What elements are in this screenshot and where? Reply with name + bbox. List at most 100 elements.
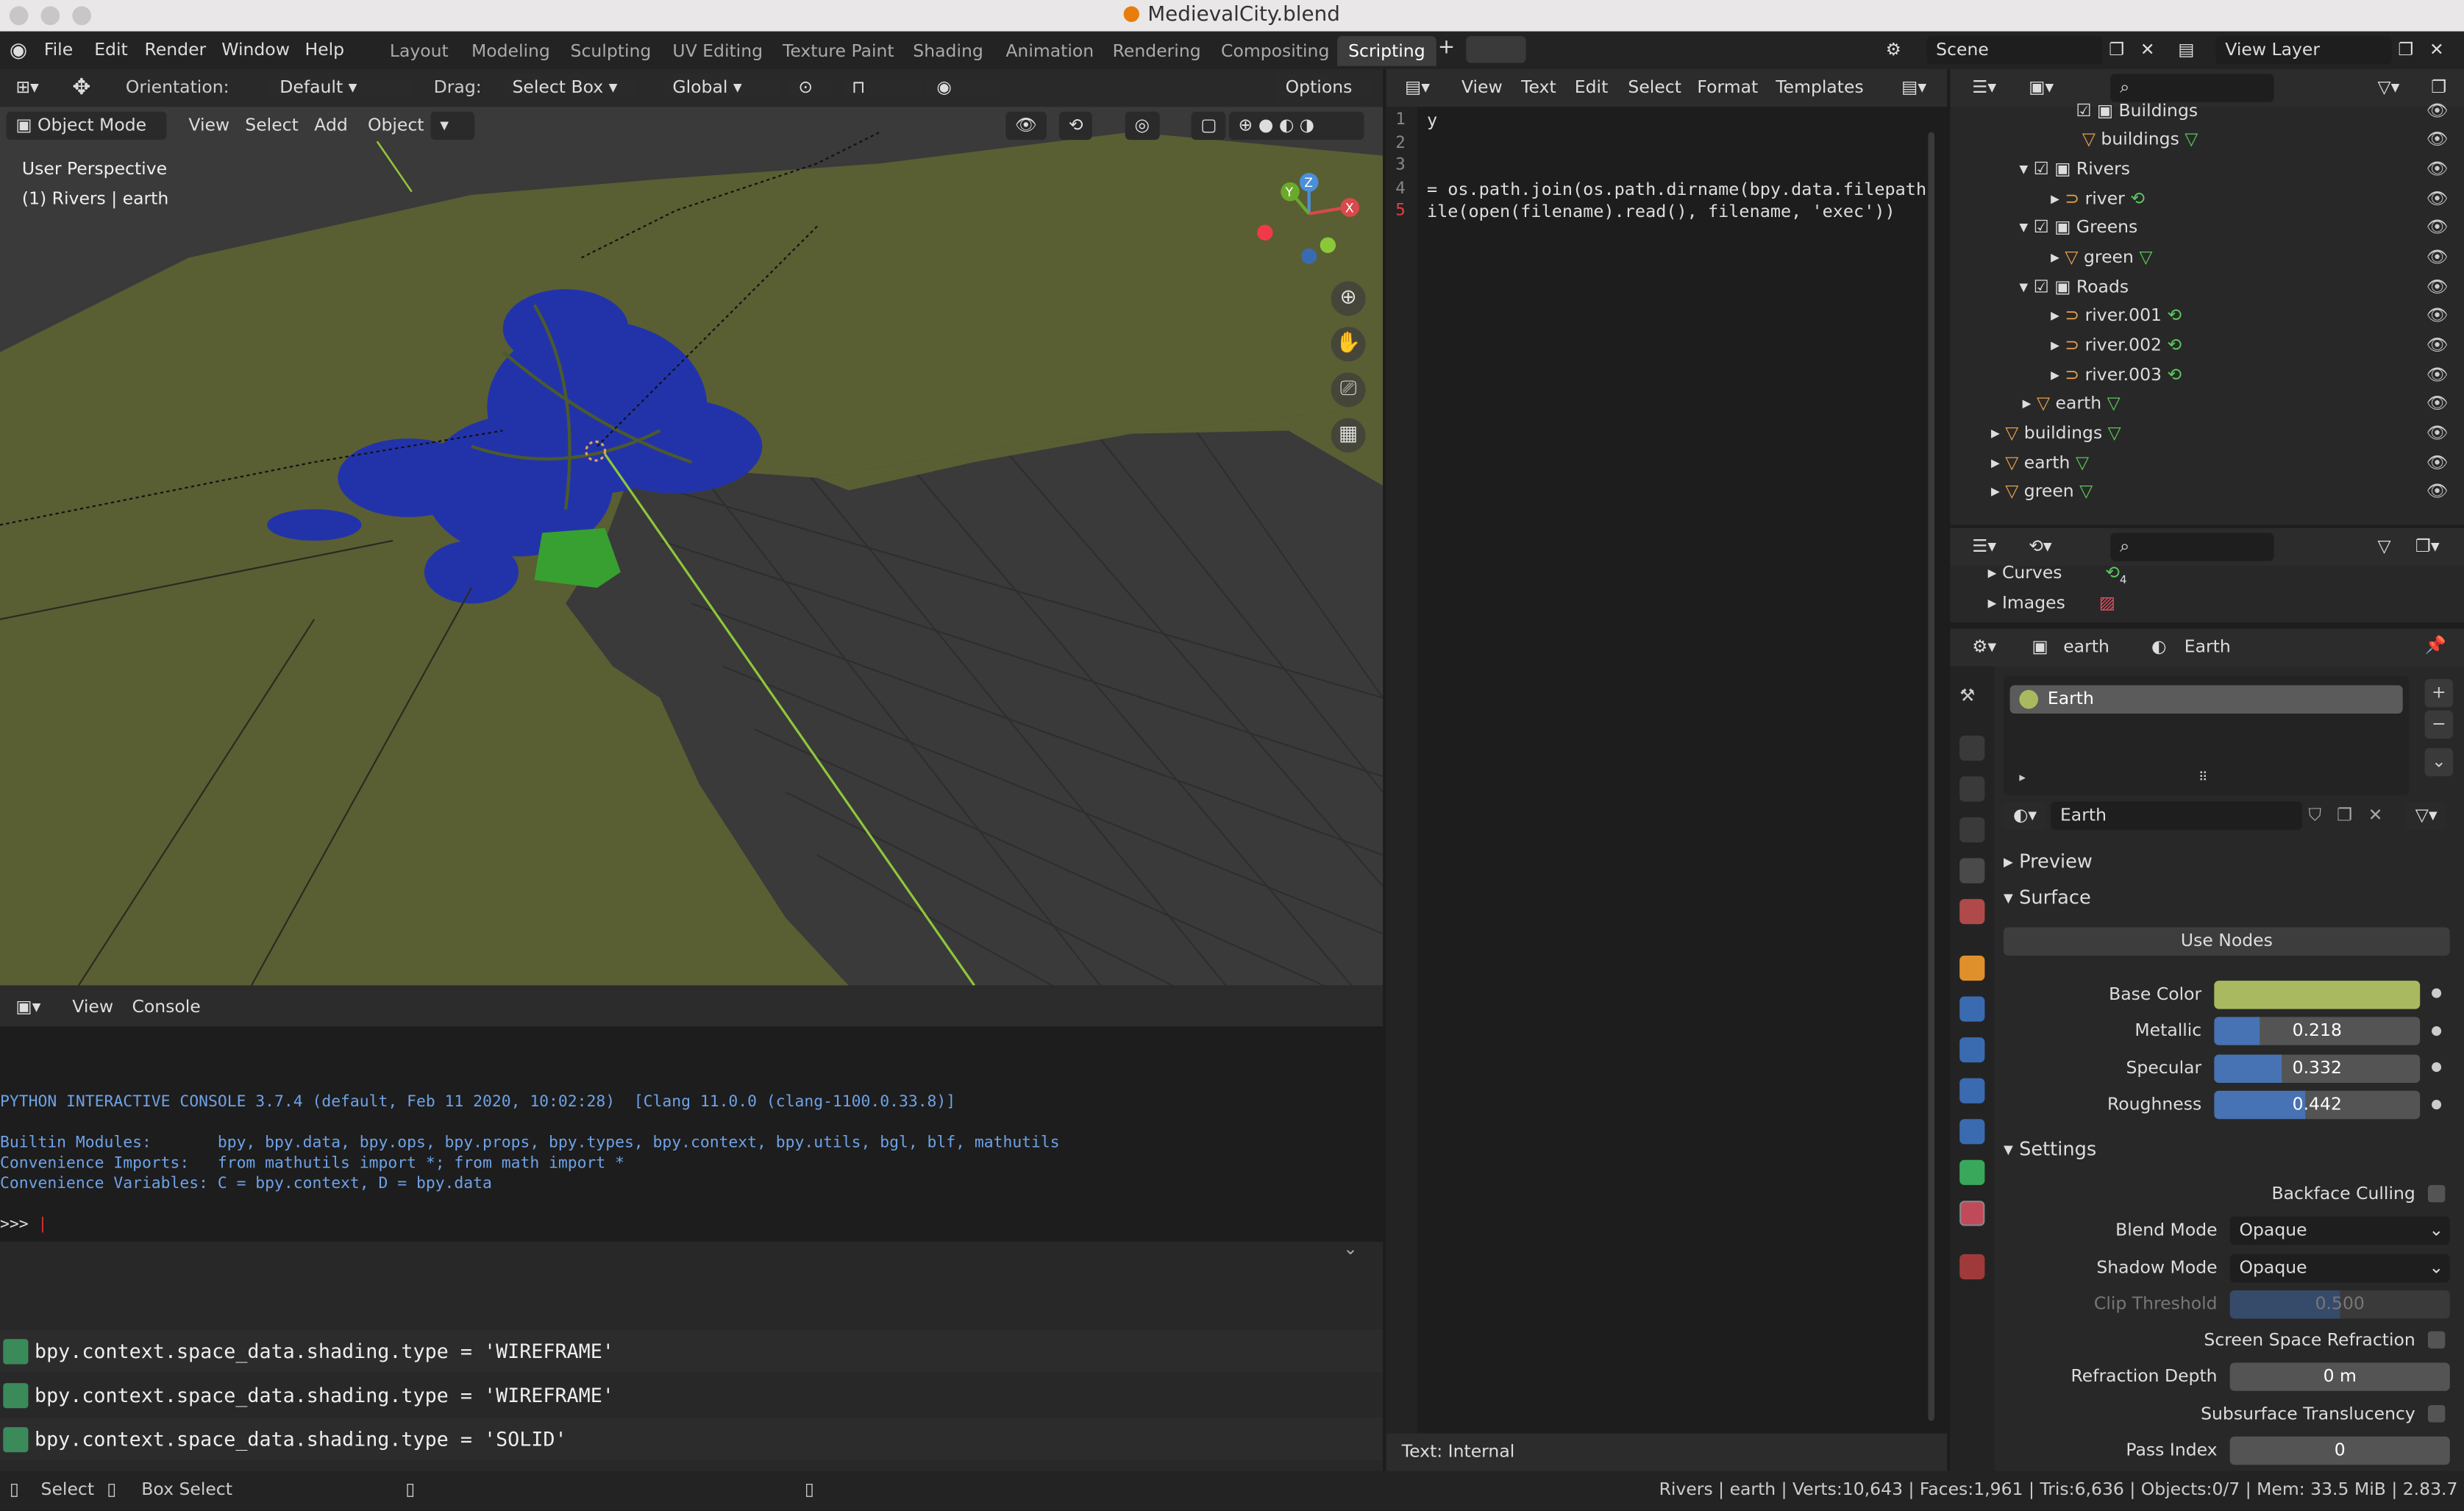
text-editor[interactable]: ▤▾ View Text Edit Select Format Template… <box>1386 69 1948 1471</box>
visibility-eye-icon[interactable]: 👁 <box>2426 277 2449 297</box>
scene-copy-icon[interactable]: ❐ <box>2109 39 2124 60</box>
screen-layout-icon[interactable] <box>1466 36 1526 63</box>
text-menu-templates[interactable]: Templates <box>1766 74 1873 102</box>
keyframe-dot-icon[interactable]: ● <box>2431 1059 2442 1073</box>
menu-render[interactable]: Render <box>145 39 207 60</box>
list-expand-icon[interactable]: ▸ <box>2019 770 2026 784</box>
outliner-row-roads-collection[interactable]: ▾ ☑ ▣ Roads <box>2019 274 2129 302</box>
options-dropdown[interactable]: Options ▾ <box>1275 74 1371 126</box>
pin-icon[interactable]: 📌 <box>2425 635 2446 655</box>
material-slot-row[interactable]: Earth <box>2009 685 2403 714</box>
new-collection-icon[interactable]: ❐ <box>2421 74 2456 102</box>
blend-data-browser[interactable]: ☰▾ ⟲▾ ⌕ ▽ ❐▾ ▸ Curves ⟲4 ▸ Images ▨ <box>1950 525 2464 623</box>
info-report-row[interactable]: bpy.context.space_data.shading.type = 'W… <box>0 1329 1384 1373</box>
data-display-mode-icon[interactable]: ⟲▾ <box>2019 533 2061 561</box>
refraction-depth-field[interactable]: 0 m <box>2229 1362 2450 1391</box>
visibility-eye-icon[interactable]: 👁 <box>2426 217 2449 238</box>
outliner-row-river[interactable]: ▸ ⊃ river ⟲ <box>2051 185 2145 213</box>
editor-type-icon[interactable]: ⊞▾ <box>7 74 49 102</box>
data-tab-icon[interactable] <box>1959 1159 1985 1185</box>
base-color-swatch[interactable] <box>2214 981 2421 1009</box>
console-prompt[interactable]: >>> | <box>0 1217 47 1234</box>
outliner-row-buildings-mesh[interactable]: ▽ buildings ▽ <box>2082 126 2198 154</box>
drag-dropdown[interactable]: Select Box ▾ <box>502 74 638 102</box>
pivot-icon[interactable]: ⊙ <box>788 74 833 102</box>
list-resize-handle[interactable]: ⠿ <box>2198 770 2208 784</box>
properties-editor-type-icon[interactable]: ⚙▾ <box>1962 633 2006 661</box>
transform-orientation-dropdown[interactable]: Global ▾ <box>663 74 780 102</box>
view-layer-tab-icon[interactable] <box>1959 817 1985 843</box>
info-collapse-chevron-icon[interactable]: ⌄ <box>1343 1239 1358 1259</box>
mode-dropdown[interactable]: ▣ Object Mode <box>6 111 167 141</box>
material-link-icon[interactable]: ▽▾ <box>2405 801 2447 831</box>
material-slot-list[interactable]: Earth ▸ ⠿ <box>2004 675 2410 796</box>
visibility-icon[interactable]: 👁 <box>1005 111 1047 141</box>
menu-help[interactable]: Help <box>305 39 344 60</box>
material-browse-icon[interactable]: ◐▾ <box>2004 801 2046 831</box>
info-editor[interactable]: ⌄ bpy.context.space_data.shading.type = … <box>0 1239 1384 1471</box>
use-nodes-button[interactable]: Use Nodes <box>2004 927 2450 956</box>
text-menu-view[interactable]: View <box>1452 74 1511 102</box>
tab-texture-paint[interactable]: Texture Paint <box>772 36 905 66</box>
remove-slot-icon[interactable]: − <box>2424 710 2454 739</box>
visibility-eye-icon[interactable]: 👁 <box>2426 335 2449 355</box>
visibility-eye-icon[interactable]: 👁 <box>2426 305 2449 325</box>
visibility-eye-icon[interactable]: 👁 <box>2426 129 2449 149</box>
tab-layout[interactable]: Layout <box>379 36 460 66</box>
keyframe-dot-icon[interactable]: ● <box>2431 1097 2442 1111</box>
scene-delete-icon[interactable]: ✕ <box>2140 39 2155 60</box>
xray-toggle-icon[interactable]: ▢ <box>1191 111 1227 141</box>
outliner-row-greens-collection[interactable]: ▾ ☑ ▣ Greens <box>2019 214 2137 242</box>
visibility-eye-icon[interactable]: 👁 <box>2426 188 2449 209</box>
properties-editor[interactable]: ⚙▾ ▣ earth ◐ Earth 📌 ⚒ Earth ▸ ⠿ + − ⌄ ◐… <box>1950 625 2464 1475</box>
data-filter-icon[interactable]: ▽ <box>2368 533 2401 561</box>
scene-icon[interactable]: ⚙ <box>1886 39 1901 60</box>
scene-selector[interactable]: Scene <box>1926 36 2103 65</box>
tab-shading[interactable]: Shading <box>902 36 994 66</box>
code-line[interactable]: ile(open(filename).read(), filename, 'ex… <box>1427 201 1895 221</box>
material-name-field[interactable]: Earth <box>2051 801 2302 831</box>
data-new-icon[interactable]: ❐▾ <box>2406 533 2449 561</box>
blend-mode-dropdown[interactable]: Opaque ⌄ <box>2229 1216 2450 1245</box>
menu-select[interactable]: Select <box>235 112 307 140</box>
outliner-row-green[interactable]: ▸ ▽ green ▽ <box>2051 243 2152 271</box>
visibility-eye-icon[interactable]: 👁 <box>2426 393 2449 413</box>
outliner-row-river-001[interactable]: ▸ ⊃ river.001 ⟲ <box>2051 302 2182 330</box>
menu-window[interactable]: Window <box>221 39 290 60</box>
pass-index-field[interactable]: 0 <box>2229 1436 2450 1465</box>
tab-animation[interactable]: Animation <box>994 36 1105 66</box>
console-editor-type-icon[interactable]: ▣▾ <box>7 993 51 1021</box>
object-tab-icon[interactable] <box>1959 955 1985 981</box>
view-layer-copy-icon[interactable]: ❐ <box>2398 39 2413 60</box>
backface-culling-checkbox[interactable] <box>2427 1184 2446 1203</box>
outliner-editor-type-icon[interactable]: ☰▾ <box>1962 74 2006 102</box>
add-slot-icon[interactable]: + <box>2424 678 2454 708</box>
constraints-tab-icon[interactable] <box>1959 1119 1985 1145</box>
transform-tool-icon[interactable]: ✥ <box>63 74 100 102</box>
text-menu-text[interactable]: Text <box>1511 74 1565 102</box>
view-layer-icon[interactable]: ▤ <box>2178 39 2194 60</box>
tab-sculpting[interactable]: Sculpting <box>560 36 663 66</box>
surface-section[interactable]: ▾ Surface <box>2004 886 2091 909</box>
3d-viewport[interactable]: ⊞▾ ✥ Orientation: Default ▾ Drag: Select… <box>0 69 1384 986</box>
visibility-eye-icon[interactable]: 👁 <box>2426 101 2449 121</box>
text-menu-select[interactable]: Select <box>1619 74 1691 102</box>
tab-modeling[interactable]: Modeling <box>460 36 561 66</box>
data-row-images[interactable]: ▸ Images ▨ <box>1988 589 2115 617</box>
material-tab-icon[interactable] <box>1959 1201 1985 1226</box>
menu-view[interactable]: View <box>179 112 239 140</box>
keyframe-dot-icon[interactable]: ● <box>2431 986 2442 1000</box>
slot-specials-icon[interactable]: ⌄ <box>2424 747 2454 777</box>
zoom-icon[interactable]: ⊕ <box>1331 281 1366 316</box>
code-line[interactable]: = os.path.join(os.path.dirname(bpy.data.… <box>1427 179 1937 200</box>
data-search-input[interactable]: ⌕ <box>2110 533 2274 561</box>
shading-mode-icons[interactable]: ⊕ ● ◐ ◑ <box>1228 111 1364 141</box>
modifier-tab-icon[interactable] <box>1959 996 1985 1022</box>
subsurface-translucency-checkbox[interactable] <box>2427 1405 2446 1423</box>
keyframe-dot-icon[interactable]: ● <box>2431 1023 2442 1037</box>
unlink-material-icon[interactable]: ✕ <box>2368 805 2383 825</box>
render-tab-icon[interactable] <box>1959 735 1985 761</box>
pan-hand-icon[interactable]: ✋ <box>1331 327 1366 362</box>
tab-scripting[interactable]: Scripting <box>1337 36 1436 66</box>
outliner-row-buildings-collection[interactable]: ☑ ▣ Buildings <box>2076 97 2198 125</box>
